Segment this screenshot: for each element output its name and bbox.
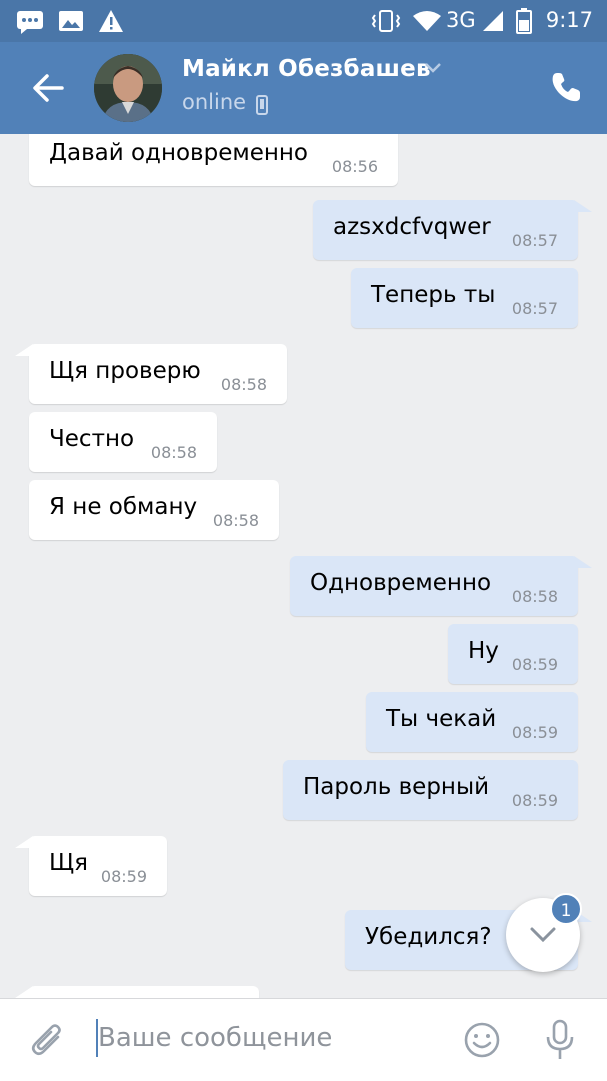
message-outgoing[interactable]: Ну 08:59 bbox=[448, 624, 578, 684]
status-bar: 3G 9:17 bbox=[0, 0, 607, 42]
message-incoming[interactable]: Я не обману 08:58 bbox=[29, 480, 279, 540]
wifi-icon bbox=[413, 11, 441, 31]
message-outgoing[interactable]: Одновременно 08:58 bbox=[290, 556, 592, 616]
emoji-icon[interactable] bbox=[463, 1021, 501, 1059]
avatar[interactable] bbox=[94, 54, 162, 122]
attach-icon[interactable] bbox=[30, 1021, 66, 1061]
message-outgoing[interactable]: Теперь ты 08:57 bbox=[351, 268, 578, 328]
microphone-icon[interactable] bbox=[544, 1019, 576, 1061]
chevron-down-icon bbox=[530, 927, 556, 943]
warning-icon bbox=[99, 10, 123, 32]
message-incoming[interactable]: Щя проверю 08:58 bbox=[15, 344, 287, 404]
message-incoming[interactable]: Щя 08:59 bbox=[15, 836, 167, 896]
contact-status: online bbox=[182, 90, 247, 114]
message-outgoing[interactable]: Ты чекай 08:59 bbox=[366, 692, 578, 752]
composer: Ваше сообщение bbox=[0, 998, 607, 1081]
chevron-down-icon[interactable] bbox=[424, 62, 442, 74]
mobile-phone-icon bbox=[256, 95, 268, 115]
clock: 9:17 bbox=[545, 8, 593, 32]
network-type: 3G bbox=[446, 8, 476, 32]
message-outgoing[interactable]: azsxdcfvqwer 08:57 bbox=[313, 200, 592, 260]
back-arrow-icon[interactable] bbox=[30, 70, 66, 106]
unread-badge: 1 bbox=[550, 893, 582, 925]
vibrate-icon bbox=[371, 10, 401, 32]
chat-header: Майкл Обезбашев online bbox=[0, 42, 607, 134]
chat-notification-icon bbox=[17, 11, 43, 34]
message-incoming[interactable]: Честно 08:58 bbox=[29, 412, 217, 472]
phone-call-icon[interactable] bbox=[548, 70, 584, 106]
message-incoming[interactable] bbox=[15, 986, 259, 998]
message-outgoing[interactable]: Пароль верный 08:59 bbox=[283, 760, 578, 820]
signal-icon bbox=[483, 11, 503, 31]
message-input[interactable]: Ваше сообщение bbox=[98, 1023, 332, 1053]
battery-icon bbox=[516, 8, 532, 34]
message-incoming[interactable]: Давай одновременно 08:56 bbox=[29, 134, 398, 186]
image-notification-icon bbox=[59, 11, 83, 31]
contact-name[interactable]: Майкл Обезбашев bbox=[182, 56, 431, 82]
message-list[interactable]: Давай одновременно 08:56 azsxdcfvqwer 08… bbox=[0, 134, 607, 998]
